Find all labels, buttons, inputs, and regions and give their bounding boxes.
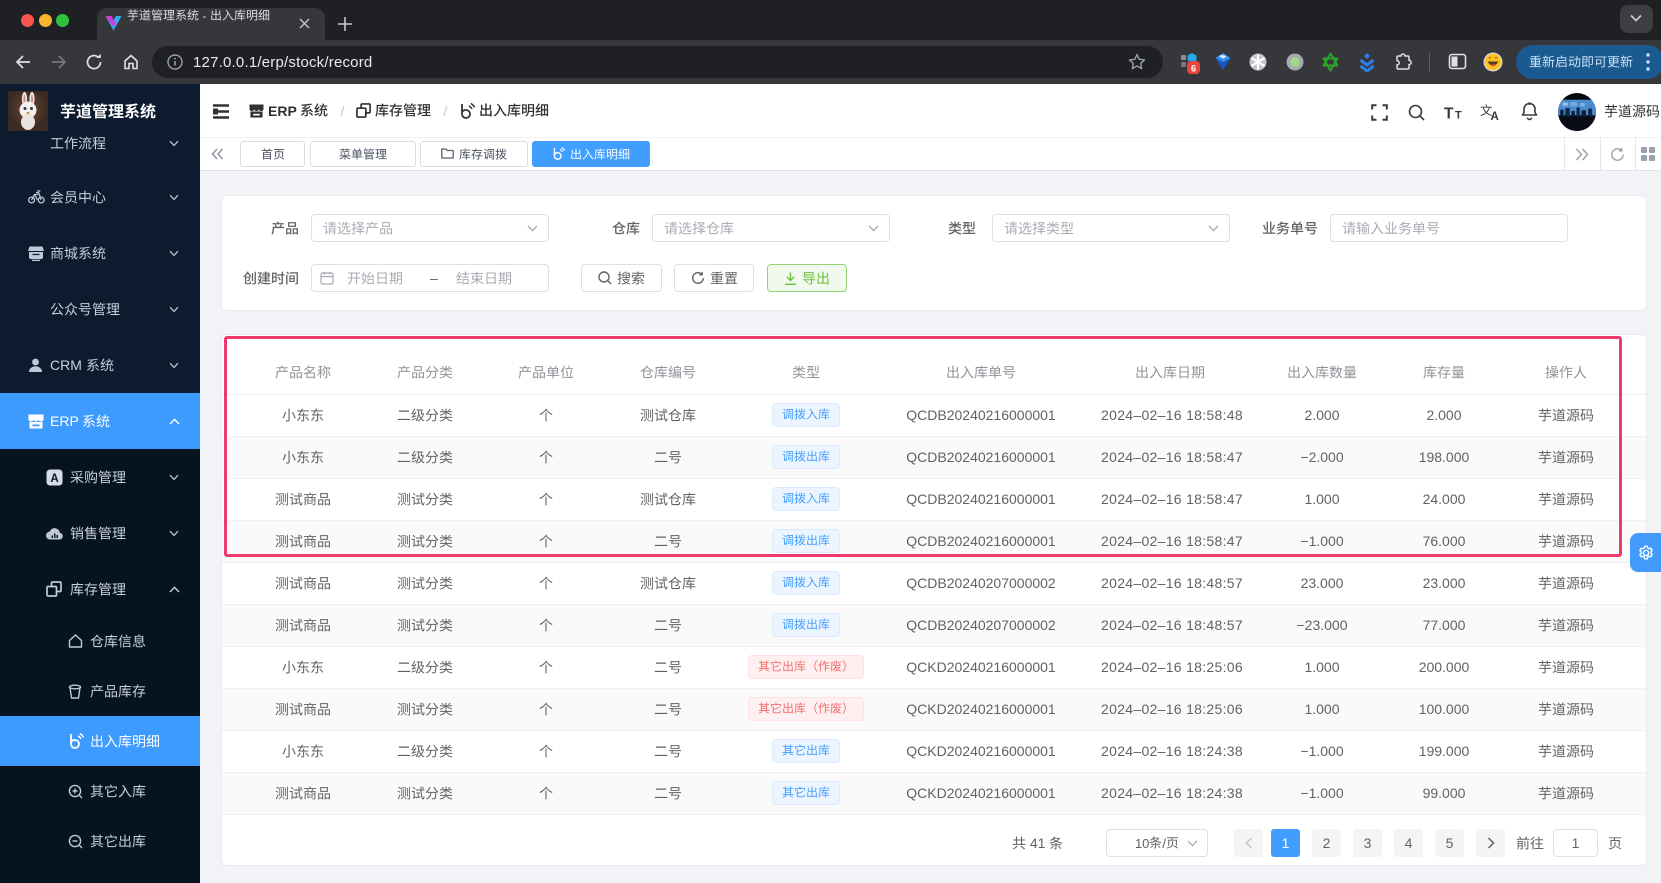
svg-text:T: T <box>1455 110 1462 121</box>
svg-text:T: T <box>1444 106 1454 121</box>
svg-text:A: A <box>1491 111 1499 121</box>
svg-text:A: A <box>50 472 58 484</box>
svg-text:6: 6 <box>1191 63 1196 74</box>
